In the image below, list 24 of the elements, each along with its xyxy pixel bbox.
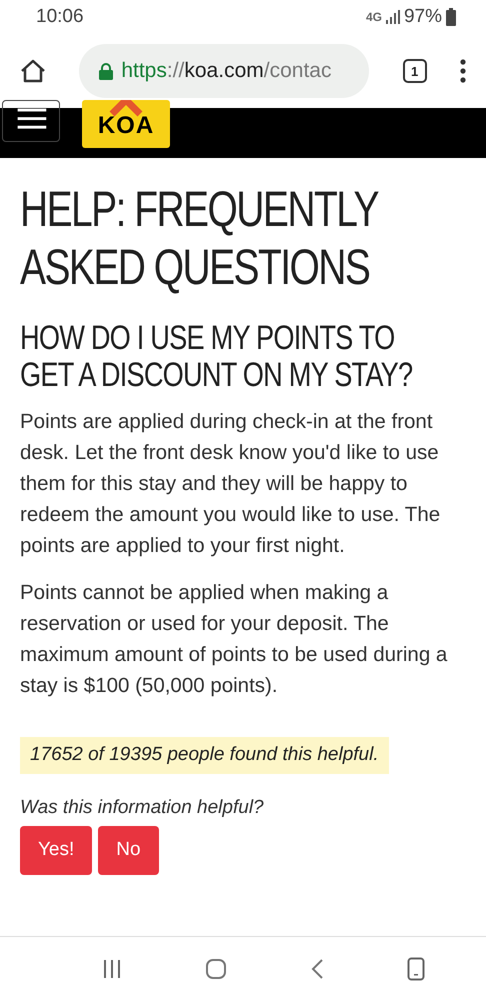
logo[interactable]: KOA bbox=[82, 100, 170, 148]
battery-icon bbox=[446, 8, 456, 26]
menu-icon[interactable] bbox=[2, 100, 60, 142]
battery-percent: 97% bbox=[404, 4, 442, 29]
body-paragraph: Points are applied during check-in at the front desk. Let the front desk know you'd like to use them for this stay and they will be happy to redeem the amount you would like to use. The points are applied to your first night. bbox=[20, 409, 442, 559]
home-icon[interactable] bbox=[20, 59, 46, 83]
signal-icon bbox=[386, 10, 400, 24]
more-icon[interactable] bbox=[460, 59, 466, 83]
phone-icon[interactable] bbox=[406, 956, 424, 980]
recent-apps-icon[interactable] bbox=[102, 958, 122, 978]
question-heading: HOW DO I USE MY POINTS TO GET A DISCOUNT ON MY STAY? bbox=[20, 320, 414, 394]
yes-button[interactable]: Yes! bbox=[20, 826, 92, 874]
feedback-prompt: Was this information helpful? bbox=[20, 796, 265, 820]
status-time: 10:06 bbox=[36, 4, 84, 29]
helpful-count: 17652 of 19395 people found this helpful. bbox=[20, 737, 389, 774]
home-button-icon[interactable] bbox=[204, 958, 226, 980]
address-bar[interactable]: https://koa.com/contac bbox=[79, 44, 370, 98]
page-title: HELP: FREQUENTLY ASKED QUESTIONS bbox=[20, 180, 379, 296]
back-icon[interactable] bbox=[310, 958, 324, 980]
tab-count[interactable]: 1 bbox=[402, 59, 427, 83]
url-text: https://koa.com/contac bbox=[121, 58, 332, 84]
body-paragraph: Points cannot be applied when making a reservation or used for your deposit. The maximum amount of points to be used during a stay is $100 (50,000 points). bbox=[20, 580, 448, 699]
no-button[interactable]: No bbox=[98, 826, 159, 874]
network-label: 4G bbox=[366, 9, 382, 26]
